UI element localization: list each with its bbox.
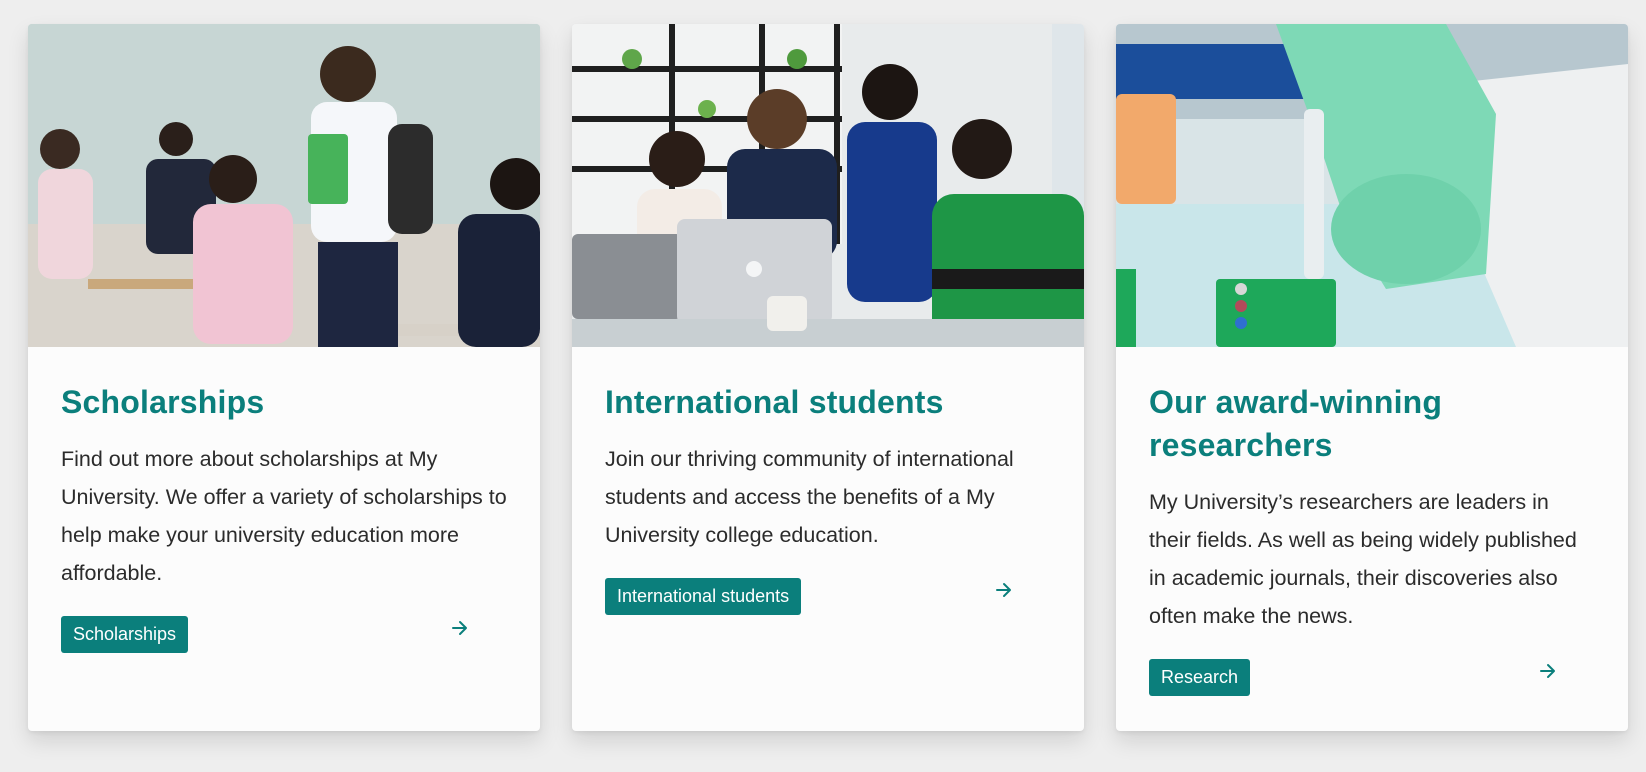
card-footer: International students [605,578,1051,616]
card-body: Our award-winning researchers My Univers… [1116,347,1628,697]
arrow-right-icon[interactable] [450,618,470,638]
card-description: Find out more about scholarships at My U… [61,447,507,585]
card-international-students[interactable]: International students Join our thriving… [572,24,1084,731]
card-research[interactable]: Our award-winning researchers My Univers… [1116,24,1628,731]
arrow-right-icon[interactable] [994,580,1014,600]
card-title: Our award-winning researchers [1149,384,1443,463]
card-body: International students Join our thriving… [572,347,1084,616]
card-footer: Research [1149,659,1595,697]
card-description: My University’s researchers are leaders … [1149,490,1577,628]
arrow-right-icon[interactable] [1538,661,1558,681]
card-description: Join our thriving community of internati… [605,447,1014,547]
card-title: Scholarships [61,384,265,420]
card-image-students-laptop [572,24,1084,347]
card-scholarships[interactable]: Scholarships Find out more about scholar… [28,24,540,731]
international-students-button[interactable]: International students [605,578,802,615]
card-body: Scholarships Find out more about scholar… [28,347,540,654]
card-image-lab-research [1116,24,1628,347]
card-grid: Scholarships Find out more about scholar… [28,24,1628,731]
research-button[interactable]: Research [1149,659,1251,696]
card-footer: Scholarships [61,616,507,654]
card-image-classroom [28,24,540,347]
card-title: International students [605,384,944,420]
scholarships-button[interactable]: Scholarships [61,616,189,653]
